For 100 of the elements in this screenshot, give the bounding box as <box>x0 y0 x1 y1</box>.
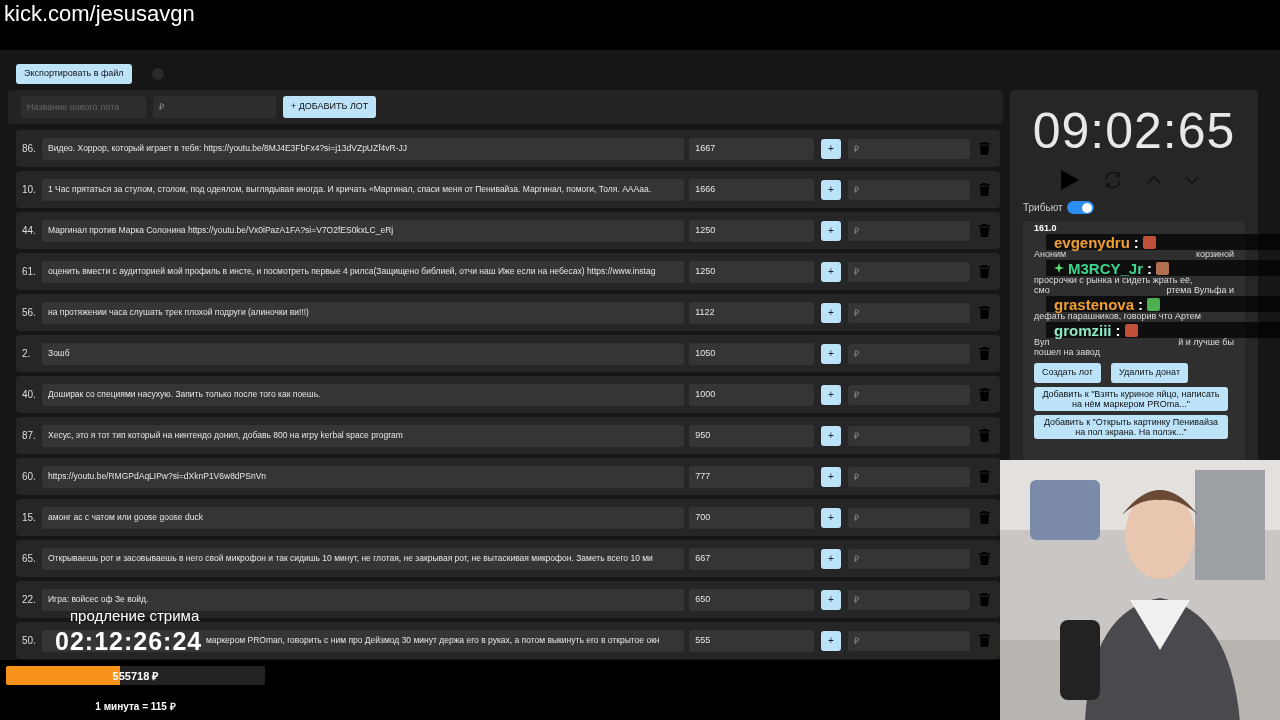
add-amount-field[interactable]: ₽ <box>848 343 970 364</box>
lot-amount-field[interactable]: 667 <box>689 547 814 570</box>
trash-icon[interactable] <box>979 347 990 360</box>
lot-amount: 950 <box>695 428 711 442</box>
plus-button[interactable]: + <box>821 466 841 487</box>
add-amount-field[interactable]: ₽ <box>848 384 970 405</box>
trash-icon[interactable] <box>979 388 990 401</box>
lot-amount-field[interactable]: 1122 <box>689 301 814 324</box>
emote-icon <box>1142 235 1156 249</box>
lot-title-field[interactable]: Доширак со специями насухую. Запить только после того как поешь. <box>42 383 685 406</box>
lot-title-field[interactable]: Видео. Хоррор, который играет в тебя: https://youtu.be/8MJ4E3FbFx4?si=j13dVZpUZf4vR-JJ <box>42 137 685 160</box>
trash-icon[interactable] <box>979 593 990 606</box>
add-amount-field[interactable]: ₽ <box>848 302 970 323</box>
plus-button[interactable]: + <box>821 179 841 200</box>
lot-amount-field[interactable]: 1000 <box>689 383 814 406</box>
lot-amount-field[interactable]: 950 <box>689 424 814 447</box>
lot-title-field[interactable]: Маргинал против Марка Солонина https://youtu.be/Vx0iPazA1FA?si=V7O2fES0kxLC_eRj <box>42 219 685 242</box>
add-amount-field[interactable]: ₽ <box>848 425 970 446</box>
card-button[interactable]: Создать лот <box>1034 363 1101 383</box>
emote-icon <box>1147 297 1161 311</box>
donation-text: просрочки с рынка и сидеть жрать её, <box>1034 275 1193 288</box>
add-to-lot-button[interactable]: Добавить к "Взять куриное яйцо, написать на нём маркером PROma..." <box>1034 387 1228 411</box>
add-amount-field[interactable]: ₽ <box>848 630 970 651</box>
sparkle-icon <box>1054 263 1064 273</box>
plus-button[interactable]: + <box>821 261 841 282</box>
lot-amount-field[interactable]: ₽ <box>153 96 276 118</box>
lot-title-field[interactable]: Хесус, это я тот тип который на нинтендо донил, добавь 800 на игру kerbal space program <box>42 424 685 447</box>
trash-icon[interactable] <box>979 265 990 278</box>
export-button[interactable]: Экспортировать в файл <box>16 64 132 84</box>
lot-amount: 777 <box>695 469 711 483</box>
lot-title-field[interactable]: Открываешь рот и засовываешь в него свой микрофон и так сидишь 10 минут, не глотая, не закрывая рот, не вытаскивая микрофон. Заметь всего 10 ми <box>42 547 685 570</box>
add-amount-field[interactable]: ₽ <box>848 179 970 200</box>
tribute-label: Трибьют <box>1023 201 1063 215</box>
lot-number: 15. <box>22 511 37 525</box>
lot-title-field[interactable]: амонг ас с чатом или goose goose duck <box>42 506 685 529</box>
lot-title-field[interactable]: на протяжении часа слушать трек плохой подруги (алиночки ви!!!) <box>42 301 685 324</box>
plus-button[interactable]: + <box>821 548 841 569</box>
lot-number: 60. <box>22 470 37 484</box>
lot-number: 65. <box>22 552 37 566</box>
lot-amount-field[interactable]: 700 <box>689 506 814 529</box>
lot-title-field[interactable]: Зошб <box>42 342 685 365</box>
lot-amount-field[interactable]: 650 <box>689 588 814 611</box>
plus-button[interactable]: + <box>821 220 841 241</box>
add-amount-field[interactable]: ₽ <box>848 261 970 282</box>
add-amount-field[interactable]: ₽ <box>848 466 970 487</box>
trash-icon[interactable] <box>979 511 990 524</box>
lot-amount-field[interactable]: 1666 <box>689 178 814 201</box>
lot-number: 44. <box>22 224 37 238</box>
lot-number: 61. <box>22 265 37 279</box>
lot-amount: 1000 <box>695 387 716 401</box>
plus-button[interactable]: + <box>821 138 841 159</box>
lot-amount-field[interactable]: 555 <box>689 629 815 652</box>
add-to-lot-button[interactable]: Добавить к "Открыть картинку Пенивайза на пол экрана. На полэк..." <box>1034 415 1228 439</box>
lot-amount-field[interactable]: 1667 <box>689 137 814 160</box>
plus-button[interactable]: + <box>821 589 841 610</box>
plus-button[interactable]: + <box>821 507 841 528</box>
plus-button[interactable]: + <box>821 630 841 651</box>
lot-amount: 1667 <box>695 141 716 155</box>
add-amount-field[interactable]: ₽ <box>848 220 970 241</box>
trash-icon[interactable] <box>979 142 990 155</box>
card-button[interactable]: Удалить донат <box>1111 363 1189 383</box>
trash-icon[interactable] <box>979 224 990 237</box>
tribute-toggle[interactable] <box>1066 201 1094 214</box>
lot-title: Видео. Хоррор, который играет в тебя: https://youtu.be/8MJ4E3FbFx4?si=j13dVZpUZf4vR-JJ <box>48 142 407 155</box>
lot-amount-field[interactable]: 1250 <box>689 260 814 283</box>
add-lot-button[interactable]: + ДОБАВИТЬ ЛОТ <box>283 96 377 118</box>
play-icon[interactable] <box>1059 170 1079 190</box>
lot-title: Открываешь рот и засовываешь в него свой микрофон и так сидишь 10 минут, не глотая, не закрывая рот, не вытаскивая микрофон. Заметь всего 10 ми <box>48 552 653 565</box>
lot-title: Доширак со специями насухую. Запить только после того как поешь. <box>48 388 321 401</box>
lot-title-field[interactable]: оценить вмести с аудиторией мой профиль в инсте, и посмотреть первые 4 рилса(Защищено библией, отчи наш Иже если на небесах) https://www.instag <box>42 260 685 283</box>
lot-number: 22. <box>22 593 37 607</box>
chat-username: gromziii <box>1054 322 1112 338</box>
lot-amount: 650 <box>695 592 711 606</box>
lot-amount-field[interactable]: 1050 <box>689 342 814 365</box>
plus-button[interactable]: + <box>821 425 841 446</box>
add-amount-field[interactable]: ₽ <box>848 589 970 610</box>
lot-title-field[interactable]: 1 Час прятаться за стулом, столом, под одеялом, выглядывая иногда. И кричать «Маргинал, спаси меня от Пенивайза. Маргинал, помоги, Толя. АААаа. <box>42 178 685 201</box>
plus-button[interactable]: + <box>821 343 841 364</box>
donation-text: 161.0 <box>1034 222 1057 236</box>
donation-text: пошел на завод <box>1034 347 1100 360</box>
trash-icon[interactable] <box>979 552 990 565</box>
trash-icon[interactable] <box>979 183 990 196</box>
lot-amount: 667 <box>695 551 711 565</box>
add-amount-field[interactable]: ₽ <box>848 138 970 159</box>
trash-icon[interactable] <box>979 634 990 647</box>
lot-amount-field[interactable]: 1250 <box>689 219 814 242</box>
lot-amount-field[interactable]: 777 <box>689 465 814 488</box>
donation-text: Аноним <box>1034 249 1067 262</box>
add-amount-field[interactable]: ₽ <box>848 548 970 569</box>
add-amount-field[interactable]: ₽ <box>848 507 970 528</box>
url-text: kick.com/jesusavgn <box>4 0 195 28</box>
lot-title-field[interactable]: https://youtu.be/RMGPdAqLIPw?si=dXknP1V6w8dPSnVn <box>42 465 685 488</box>
chat-username: grastenova <box>1054 296 1135 312</box>
trash-icon[interactable] <box>979 470 990 483</box>
trash-icon[interactable] <box>979 306 990 319</box>
plus-button[interactable]: + <box>821 302 841 323</box>
plus-button[interactable]: + <box>821 384 841 405</box>
lot-title-field[interactable]: Игра: войсес оф Зе войд. <box>42 588 685 611</box>
trash-icon[interactable] <box>979 429 990 442</box>
emote-icon <box>1156 261 1170 275</box>
